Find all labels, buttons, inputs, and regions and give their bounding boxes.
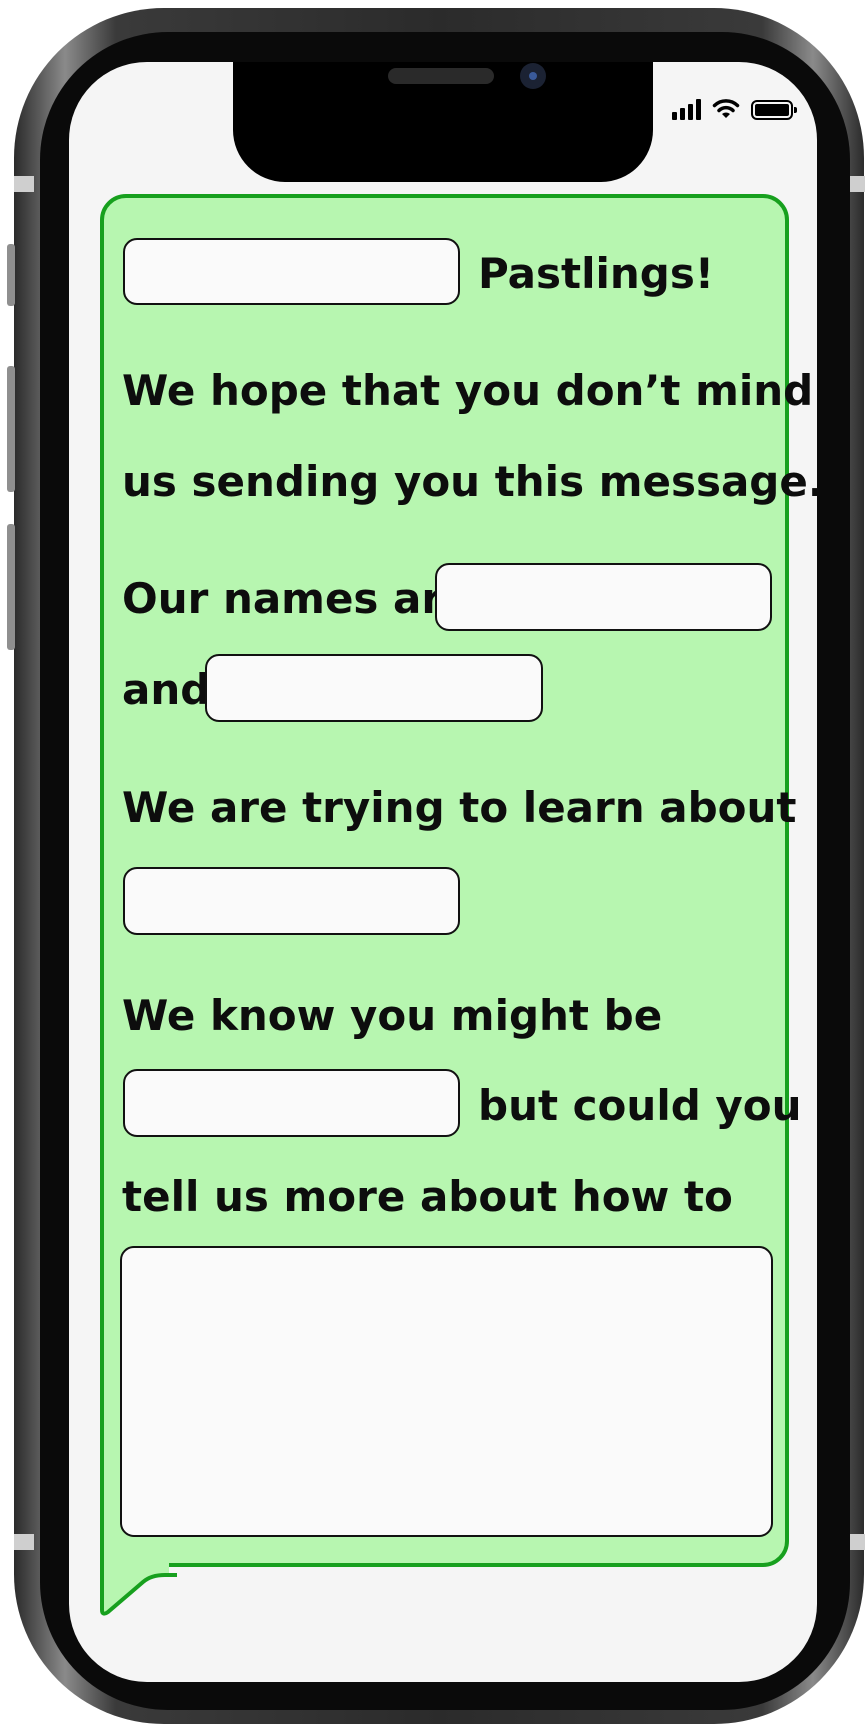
learn-about-text: We are trying to learn about bbox=[122, 783, 797, 832]
descriptor-input[interactable] bbox=[123, 1069, 460, 1137]
speaker-grille bbox=[388, 68, 494, 84]
wifi-icon bbox=[712, 99, 740, 118]
battery-icon bbox=[751, 100, 797, 120]
greeting-suffix-text: Pastlings! bbox=[478, 249, 714, 298]
volume-up-button bbox=[7, 366, 15, 492]
topic-input[interactable] bbox=[123, 867, 460, 935]
front-camera-icon bbox=[520, 63, 546, 89]
notch bbox=[233, 62, 653, 182]
request-textarea[interactable] bbox=[120, 1246, 773, 1537]
could-you-text: but could you bbox=[478, 1081, 802, 1130]
names-prefix-text: Our names are bbox=[122, 574, 471, 623]
signal-icon bbox=[672, 98, 701, 120]
know-you-text: We know you might be bbox=[122, 991, 663, 1040]
mute-switch bbox=[7, 244, 15, 306]
message-bubble-tail bbox=[100, 1558, 177, 1616]
hope-line-1: We hope that you don’t mind bbox=[122, 366, 814, 415]
greeting-name-input[interactable] bbox=[123, 238, 460, 305]
second-name-input[interactable] bbox=[205, 654, 543, 722]
first-name-input[interactable] bbox=[435, 563, 772, 631]
antenna-band-left-top bbox=[14, 176, 34, 192]
volume-down-button bbox=[7, 524, 15, 650]
tell-us-text: tell us more about how to bbox=[122, 1172, 733, 1221]
antenna-band-left-bottom bbox=[14, 1534, 34, 1550]
hope-line-2: us sending you this message. bbox=[122, 457, 824, 506]
names-and-text: and bbox=[122, 665, 211, 714]
status-bar bbox=[672, 96, 797, 120]
